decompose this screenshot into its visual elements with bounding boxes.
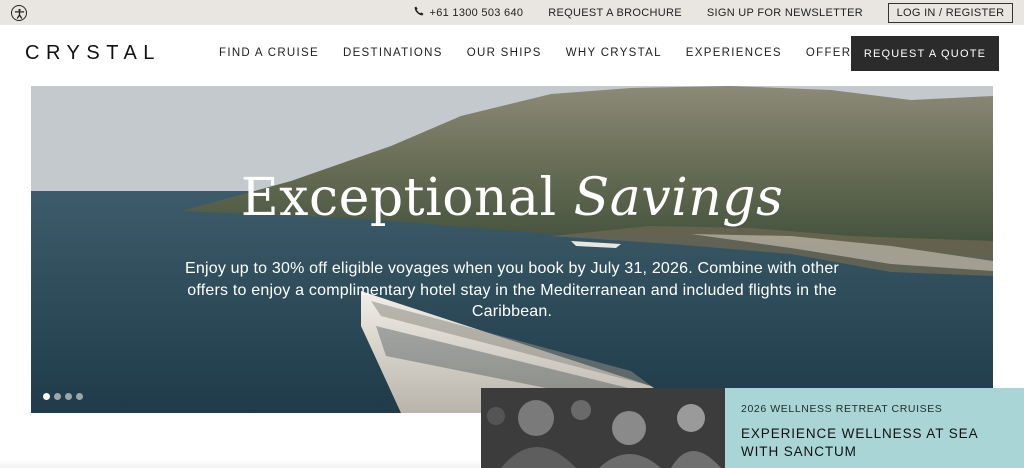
- hero-scenery-image: [31, 86, 993, 413]
- phone-icon: [414, 6, 424, 19]
- content-shadow: [0, 460, 480, 468]
- main-nav: CRYSTAL FIND A CRUISE DESTINATIONS OUR S…: [0, 25, 1024, 85]
- carousel-dot-4[interactable]: [76, 393, 83, 400]
- hero-title-italic: Savings: [573, 168, 784, 228]
- crystal-logo[interactable]: CRYSTAL: [25, 42, 161, 65]
- request-quote-button[interactable]: REQUEST A QUOTE: [851, 36, 999, 71]
- hero-banner[interactable]: Exceptional Savings Enjoy up to 30% off …: [31, 86, 993, 413]
- nav-item-our-ships[interactable]: OUR SHIPS: [467, 47, 542, 59]
- promo-photo: [481, 388, 725, 468]
- phone-number: +61 1300 503 640: [429, 6, 524, 19]
- login-register-button[interactable]: LOG IN / REGISTER: [888, 2, 1013, 23]
- newsletter-link[interactable]: SIGN UP FOR NEWSLETTER: [707, 7, 863, 19]
- hero-title-regular: Exceptional: [240, 168, 557, 228]
- carousel-dots: [43, 393, 83, 400]
- phone-link[interactable]: +61 1300 503 640: [414, 6, 523, 19]
- utility-links: +61 1300 503 640 REQUEST A BROCHURE SIGN…: [414, 0, 1024, 25]
- promo-title[interactable]: EXPERIENCE WELLNESS AT SEA WITH SANCTUM: [741, 425, 1008, 461]
- wellness-promo-card[interactable]: 2026 WELLNESS RETREAT CRUISES EXPERIENCE…: [481, 388, 1024, 468]
- nav-item-experiences[interactable]: EXPERIENCES: [686, 47, 782, 59]
- carousel-dot-3[interactable]: [65, 393, 72, 400]
- accessibility-icon[interactable]: [11, 5, 27, 21]
- promo-eyebrow: 2026 WELLNESS RETREAT CRUISES: [741, 403, 943, 415]
- utility-bar: +61 1300 503 640 REQUEST A BROCHURE SIGN…: [0, 0, 1024, 25]
- nav-links: FIND A CRUISE DESTINATIONS OUR SHIPS WHY…: [219, 25, 884, 81]
- nav-item-destinations[interactable]: DESTINATIONS: [343, 47, 443, 59]
- request-brochure-link[interactable]: REQUEST A BROCHURE: [548, 7, 682, 19]
- promo-text-panel: 2026 WELLNESS RETREAT CRUISES EXPERIENCE…: [725, 388, 1024, 468]
- carousel-dot-2[interactable]: [54, 393, 61, 400]
- hero-description: Enjoy up to 30% off eligible voyages whe…: [185, 260, 839, 320]
- nav-item-why-crystal[interactable]: WHY CRYSTAL: [566, 47, 662, 59]
- hero-title: Exceptional Savings: [31, 168, 993, 228]
- carousel-dot-1[interactable]: [43, 393, 50, 400]
- nav-item-find-a-cruise[interactable]: FIND A CRUISE: [219, 47, 319, 59]
